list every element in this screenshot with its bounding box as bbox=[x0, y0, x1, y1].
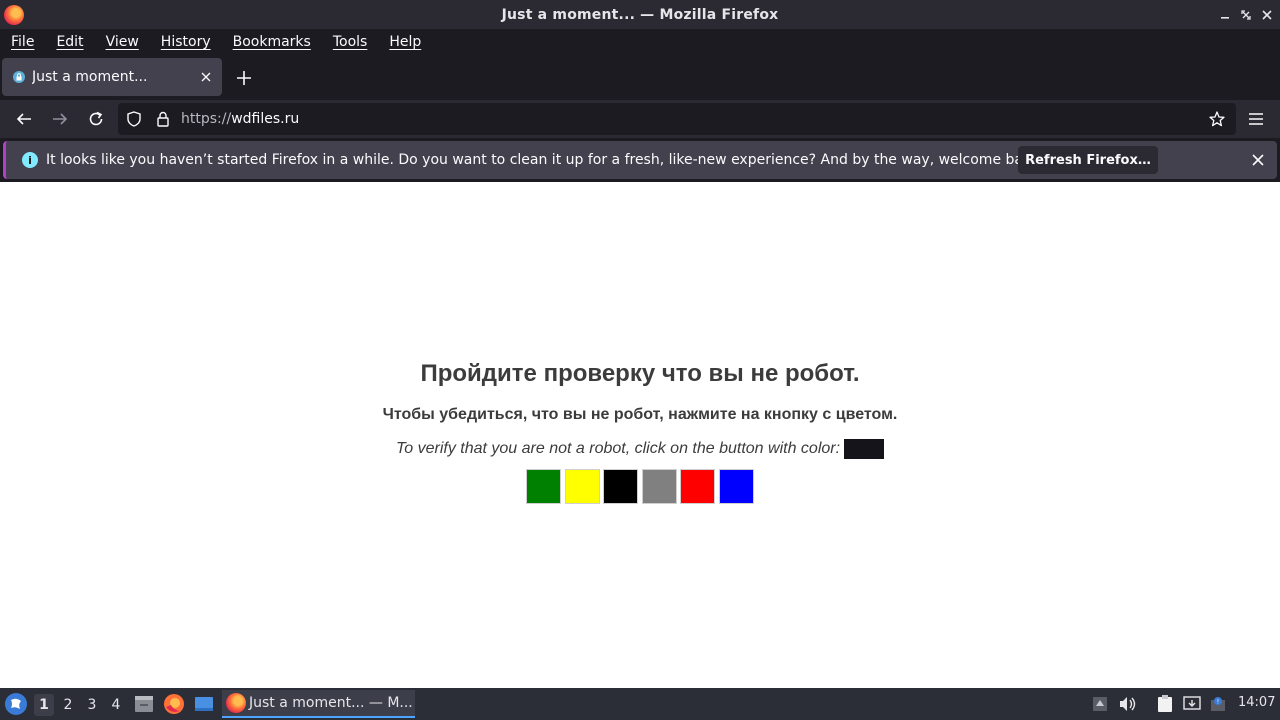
color-button-group bbox=[526, 469, 758, 504]
verify-instruction: To verify that you are not a robot, clic… bbox=[0, 439, 1280, 459]
lock-favicon-icon bbox=[12, 70, 26, 84]
hamburger-menu-icon[interactable] bbox=[1242, 105, 1270, 133]
svg-text:!: ! bbox=[1217, 699, 1219, 706]
notification-close-icon[interactable] bbox=[1246, 148, 1270, 172]
url-bar[interactable]: https://wdfiles.ru bbox=[118, 103, 1236, 135]
navigation-bar: https://wdfiles.ru bbox=[0, 100, 1280, 138]
url-scheme: https:// bbox=[181, 111, 232, 127]
notification-text: It looks like you haven’t started Firefo… bbox=[46, 152, 1045, 168]
menu-tools[interactable]: Tools bbox=[333, 34, 368, 50]
color-button-green[interactable] bbox=[526, 469, 561, 504]
volume-icon[interactable] bbox=[1118, 694, 1138, 714]
workspace-3[interactable]: 3 bbox=[82, 694, 102, 716]
color-button-black[interactable] bbox=[603, 469, 639, 504]
menu-file[interactable]: File bbox=[11, 34, 34, 50]
bookmark-star-icon[interactable] bbox=[1206, 103, 1228, 135]
verify-instruction-text: To verify that you are not a robot, clic… bbox=[395, 440, 841, 457]
tracking-shield-icon[interactable] bbox=[123, 103, 145, 135]
forward-icon[interactable] bbox=[46, 105, 74, 133]
url-host: wdfiles.ru bbox=[231, 111, 300, 127]
new-tab-icon[interactable] bbox=[232, 66, 256, 90]
close-icon[interactable] bbox=[1256, 0, 1278, 29]
tray-upload-icon[interactable] bbox=[1090, 694, 1110, 714]
workspace-1[interactable]: 1 bbox=[34, 694, 54, 716]
clipboard-icon[interactable] bbox=[1155, 694, 1175, 714]
firefox-icon bbox=[4, 5, 24, 25]
info-icon: i bbox=[22, 152, 38, 168]
window-title: Just a moment... — Mozilla Firefox bbox=[501, 6, 779, 23]
color-button-gray[interactable] bbox=[641, 469, 677, 504]
url-text[interactable]: https://wdfiles.ru bbox=[181, 111, 299, 127]
menu-edit[interactable]: Edit bbox=[56, 34, 83, 50]
back-icon[interactable] bbox=[10, 105, 38, 133]
workspace-4[interactable]: 4 bbox=[106, 694, 126, 716]
clock: 14:07 bbox=[1238, 695, 1276, 710]
start-menu-icon[interactable] bbox=[5, 693, 27, 715]
menu-bar: File Edit View History Bookmarks Tools H… bbox=[0, 29, 1280, 54]
color-button-red[interactable] bbox=[680, 469, 716, 504]
page-content: Пройдите проверку что вы не робот. Чтобы… bbox=[0, 182, 1280, 688]
refresh-firefox-button[interactable]: Refresh Firefox… bbox=[1018, 146, 1158, 174]
target-color-swatch bbox=[844, 439, 885, 459]
page-subheading: Чтобы убедиться, что вы не робот, нажмит… bbox=[382, 406, 898, 423]
tab-strip: Just a moment... bbox=[0, 54, 1280, 100]
firefox-launcher-icon[interactable] bbox=[163, 693, 185, 715]
color-button-blue[interactable] bbox=[718, 469, 754, 504]
notification-bar: i It looks like you haven’t started Fire… bbox=[3, 141, 1277, 179]
firefox-task-icon bbox=[226, 693, 246, 713]
color-button-yellow[interactable] bbox=[564, 469, 600, 504]
menu-help[interactable]: Help bbox=[389, 34, 421, 50]
update-notifier-icon[interactable]: ! bbox=[1208, 694, 1228, 714]
network-icon[interactable] bbox=[1182, 694, 1202, 714]
file-manager-icon[interactable] bbox=[133, 693, 155, 715]
restore-icon[interactable] bbox=[1235, 0, 1257, 29]
task-label: Just a moment... — M... bbox=[249, 695, 413, 711]
tab-title: Just a moment... bbox=[32, 69, 148, 85]
page-heading: Пройдите проверку что вы не робот. bbox=[420, 360, 860, 387]
minimize-icon[interactable] bbox=[1214, 0, 1236, 29]
reload-icon[interactable] bbox=[82, 105, 110, 133]
window-titlebar: Just a moment... — Mozilla Firefox bbox=[0, 0, 1280, 29]
menu-history[interactable]: History bbox=[161, 34, 211, 50]
tab-just-a-moment[interactable]: Just a moment... bbox=[2, 58, 222, 96]
menu-bookmarks[interactable]: Bookmarks bbox=[233, 34, 311, 50]
tab-close-icon[interactable] bbox=[194, 65, 218, 89]
workspace-2[interactable]: 2 bbox=[58, 694, 78, 716]
menu-view[interactable]: View bbox=[106, 34, 139, 50]
lock-icon[interactable] bbox=[152, 103, 174, 135]
taskbar: 1 2 3 4 Just a moment... — M... ! 14:07 bbox=[0, 688, 1280, 720]
desktop-icon[interactable] bbox=[193, 693, 215, 715]
taskbar-firefox-window[interactable]: Just a moment... — M... bbox=[222, 690, 415, 718]
